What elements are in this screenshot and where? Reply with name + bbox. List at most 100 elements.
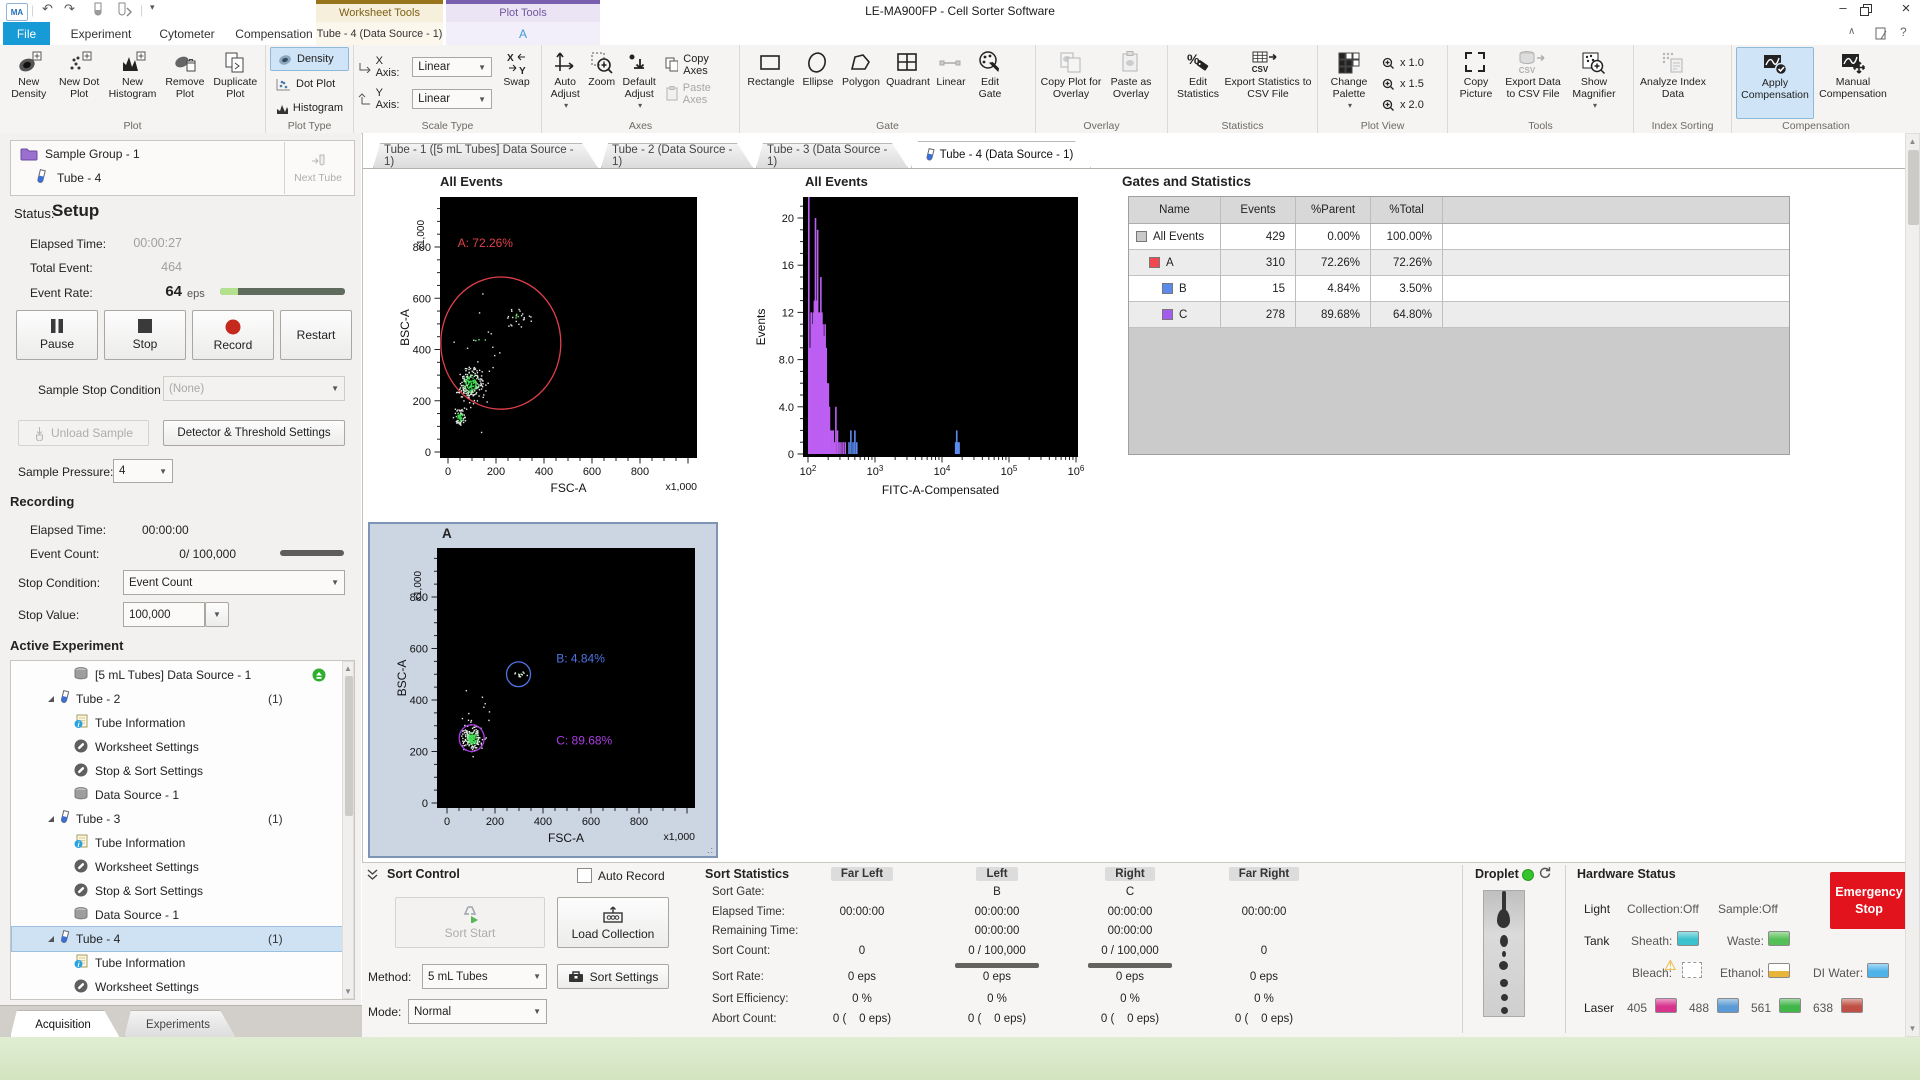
polygon-gate-button[interactable]: Polygon [838,47,884,119]
sample-stop-condition-dropdown[interactable]: (None)▼ [163,376,345,401]
new-histogram-button[interactable]: New Histogram [105,47,160,119]
restore-button[interactable] [1860,4,1872,19]
export-statistics-csv-button[interactable]: CSV Export Statistics to CSV File [1224,47,1312,119]
sample-pressure-dropdown[interactable]: 4▼ [113,459,173,483]
show-magnifier-button[interactable]: Show Magnifier [1566,47,1622,119]
restart-button[interactable]: Restart [280,310,352,360]
new-dot-plot-button[interactable]: New Dot Plot [53,47,104,119]
tree-item-tube3-datasource[interactable]: Data Source - 1 [12,903,342,927]
tree-item-tube2[interactable]: Tube - 2 (1) [12,687,342,711]
zoom-button[interactable]: Zoom [584,47,619,119]
tree-item-tube2-info[interactable]: i Tube Information [12,711,342,735]
pause-button[interactable]: Pause [16,310,98,360]
gate-a-plot[interactable]: 02004006008000200400600800FSC-Ax1,000BSC… [385,536,715,854]
tree-item-tube4-worksheet-settings[interactable]: Worksheet Settings [12,975,342,999]
tab-plot-tools-a[interactable]: A [446,22,600,45]
edit-gate-button[interactable]: Edit Gate [970,47,1010,119]
plot-type-histogram-button[interactable]: Histogram [270,97,349,119]
stop-value-dropdown-arrow[interactable]: ▼ [205,602,229,627]
copy-axes-button[interactable]: Copy Axes [659,53,735,76]
tree-scrollbar-thumb[interactable] [345,676,353,816]
sample-tube-name[interactable]: Tube - 4 [57,171,101,185]
worksheet-tab-tube3[interactable]: Tube - 3 (Data Source - 1) [756,143,908,168]
change-palette-button[interactable]: Change Palette [1322,47,1376,119]
tree-item-tube2-datasource[interactable]: Data Source - 1 [12,783,342,807]
plot-type-dot-plot-button[interactable]: Dot Plot [270,73,349,95]
plot-zoom-2x-button[interactable]: x 2.0 [1376,96,1430,114]
sort-settings-button[interactable]: Sort Settings [557,964,669,989]
tab-acquisition[interactable]: Acquisition [10,1010,120,1038]
new-density-plot-button[interactable]: New Density [4,47,53,119]
table-row-gate-a[interactable]: A 310 72.26% 72.26% [1129,250,1789,276]
linear-gate-button[interactable]: Linear [932,47,970,119]
unload-sample-button[interactable]: Unload Sample [18,420,149,446]
table-row-gate-c[interactable]: C 278 89.68% 64.80% [1129,302,1789,328]
stop-condition-dropdown[interactable]: Event Count▼ [123,570,345,595]
worksheet-tab-tube2[interactable]: Tube - 2 (Data Source - 1) [601,143,753,168]
copy-plot-for-overlay-button[interactable]: Copy Plot for Overlay [1040,47,1102,119]
table-row-gate-b[interactable]: B 15 4.84% 3.50% [1129,276,1789,302]
detector-threshold-settings-button[interactable]: Detector & Threshold Settings [163,420,345,446]
tree-item-tube3-worksheet-settings[interactable]: Worksheet Settings [12,855,342,879]
tab-experiment[interactable]: Experiment [57,22,145,45]
worksheet-tab-tube1[interactable]: Tube - 1 ([5 mL Tubes] Data Source - 1) [373,143,598,168]
x-axis-scale-dropdown[interactable]: Linear▼ [412,57,492,77]
ellipse-gate-button[interactable]: Ellipse [798,47,838,119]
record-button[interactable]: Record [192,310,274,360]
density-plot[interactable]: 02004006008000200400600800FSC-Ax1,000BSC… [395,172,715,502]
tree-expand-icon[interactable] [48,696,54,702]
tree-expand-icon[interactable] [48,816,54,822]
emergency-stop-button[interactable]: Emergency Stop [1830,872,1908,929]
tree-item-tube2-worksheet-settings[interactable]: Worksheet Settings [12,735,342,759]
column-header-events[interactable]: Events [1221,197,1296,223]
tab-compensation[interactable]: Compensation [228,22,320,45]
tab-cytometer[interactable]: Cytometer [147,22,227,45]
tree-expand-icon[interactable] [48,936,54,942]
feedback-icon[interactable] [1874,26,1888,43]
quadrant-gate-button[interactable]: Quadrant [884,47,932,119]
tab-worksheet-tools-tube4[interactable]: Tube - 4 (Data Source - 1) [316,22,443,45]
mode-dropdown[interactable]: Normal▼ [408,999,547,1024]
duplicate-plot-button[interactable]: Duplicate Plot [210,47,261,119]
collapse-sort-panel-icon[interactable] [366,868,379,884]
column-header-total[interactable]: %Total [1371,197,1443,223]
collapse-ribbon-icon[interactable]: ∧ [1848,26,1855,37]
tree-item-tube3[interactable]: Tube - 3 (1) [12,807,342,831]
tab-experiments[interactable]: Experiments [124,1010,236,1038]
remove-plot-button[interactable]: Remove Plot [160,47,209,119]
rectangle-gate-button[interactable]: Rectangle [744,47,798,119]
table-row-all-events[interactable]: All Events 429 0.00% 100.00% [1129,224,1789,250]
paste-as-overlay-button[interactable]: Paste as Overlay [1102,47,1160,119]
edit-statistics-button[interactable]: % Edit Statistics [1172,47,1224,119]
tree-item-datasource-group[interactable]: [5 mL Tubes] Data Source - 1 [12,663,342,687]
tab-file[interactable]: File [3,22,50,45]
stop-value-field[interactable]: 100,000 [123,602,205,627]
auto-adjust-button[interactable]: Auto Adjust [546,47,584,119]
worksheet-scrollbar-thumb[interactable] [1908,150,1919,225]
analyze-index-data-button[interactable]: Analyze Index Data [1638,47,1708,119]
help-icon[interactable]: ? [1900,25,1907,39]
column-header-parent[interactable]: %Parent [1296,197,1371,223]
tree-item-tube2-stop-sort-settings[interactable]: Stop & Sort Settings [12,759,342,783]
default-adjust-button[interactable]: Default Adjust [619,47,659,119]
apply-compensation-button[interactable]: Apply Compensation [1736,47,1814,119]
droplet-refresh-icon[interactable] [1538,866,1551,882]
tree-item-tube4-selected[interactable]: Tube - 4 (1) [12,927,342,951]
plot-type-density-button[interactable]: Density [270,47,349,71]
paste-axes-button[interactable]: Paste Axes [659,82,735,105]
load-collection-button[interactable]: Load Collection [557,897,669,948]
minimize-button[interactable]: – [1828,0,1858,20]
export-data-csv-button[interactable]: CSV Export Data to CSV File [1500,47,1566,119]
close-button[interactable]: × [1892,0,1920,20]
manual-compensation-button[interactable]: Manual Compensation [1814,47,1892,119]
histogram-plot[interactable]: 10210310410510604.08.0121620FITC-A-Compe… [745,172,1090,502]
stop-button[interactable]: Stop [104,310,186,360]
method-dropdown[interactable]: 5 mL Tubes▼ [422,964,547,989]
next-tube-button[interactable]: Next Tube [284,142,351,194]
y-axis-scale-dropdown[interactable]: Linear▼ [412,89,492,109]
auto-record-checkbox[interactable] [577,868,592,883]
sample-group-name[interactable]: Sample Group - 1 [45,147,140,161]
worksheet-vertical-scrollbar[interactable]: ▲ ▼ [1905,133,1920,1037]
sort-start-button[interactable]: Sort Start [395,897,545,948]
swap-axes-button[interactable]: XY Swap [496,47,537,119]
